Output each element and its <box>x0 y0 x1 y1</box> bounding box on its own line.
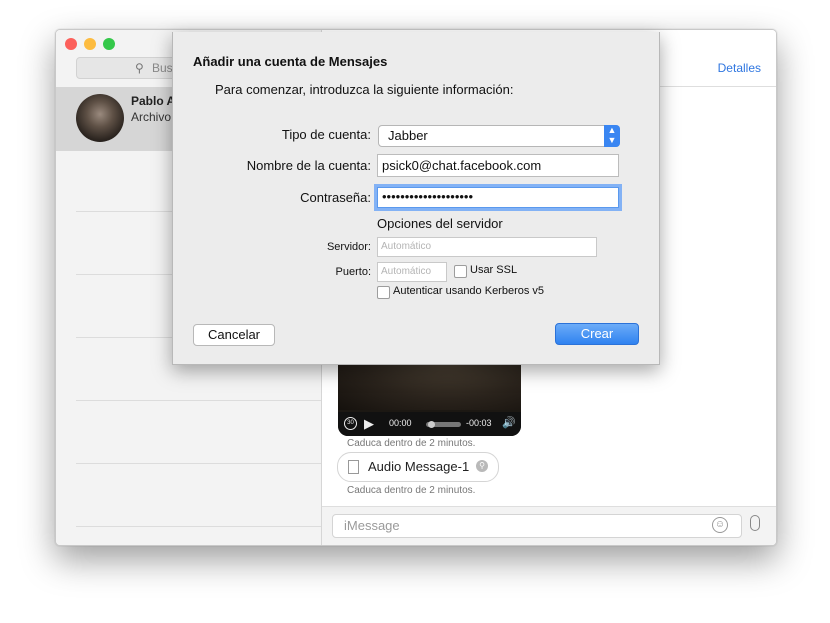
port-field[interactable]: Automático <box>377 262 447 282</box>
sheet-subtitle: Para comenzar, introduzca la siguiente i… <box>215 82 514 97</box>
list-divider <box>76 463 321 464</box>
kerberos-label: Autenticar usando Kerberos v5 <box>393 285 545 297</box>
speaker-icon[interactable]: 🔊 <box>502 416 516 429</box>
server-label: Servidor: <box>326 241 371 253</box>
server-field[interactable]: Automático <box>377 237 597 257</box>
close-window-button[interactable] <box>65 38 77 50</box>
sheet-title: Añadir una cuenta de Mensajes <box>193 54 388 69</box>
add-account-sheet: Añadir una cuenta de Mensajes Para comen… <box>172 32 660 365</box>
minimize-window-button[interactable] <box>84 38 96 50</box>
play-icon[interactable]: ▶ <box>364 416 374 432</box>
skip-back-icon[interactable]: 30 <box>344 417 357 430</box>
password-value: •••••••••••••••••••• <box>382 189 474 204</box>
password-field[interactable]: •••••••••••••••••••• <box>377 187 619 208</box>
contact-name: Pablo A <box>131 94 176 108</box>
audio-message-name: Audio Message-1 <box>368 459 470 474</box>
details-link[interactable]: Detalles <box>718 61 761 75</box>
password-label: Contraseña: <box>300 190 371 205</box>
port-placeholder: Automático <box>381 266 432 277</box>
account-type-label: Tipo de cuenta: <box>281 127 371 142</box>
create-button[interactable]: Crear <box>555 323 639 345</box>
message-input[interactable]: iMessage <box>332 514 742 538</box>
avatar <box>76 94 124 142</box>
list-divider <box>76 400 321 401</box>
ssl-checkbox[interactable] <box>454 265 467 278</box>
magnifier-icon[interactable]: ⚲ <box>476 460 488 472</box>
message-bar: iMessage ☺ <box>322 506 776 545</box>
account-type-value: Jabber <box>388 128 428 143</box>
conversation-preview: Archivo <box>131 110 172 124</box>
message-placeholder: iMessage <box>344 518 400 533</box>
zoom-window-button[interactable] <box>103 38 115 50</box>
server-placeholder: Automático <box>381 241 432 252</box>
chevron-up-down-icon: ▲ ▼ <box>604 125 620 147</box>
account-name-field[interactable]: psick0@chat.facebook.com <box>377 154 619 177</box>
audio-file-icon <box>348 460 359 474</box>
account-name-value: psick0@chat.facebook.com <box>382 158 542 173</box>
audio-message-bubble[interactable]: Audio Message-1 ⚲ <box>337 452 499 482</box>
microphone-icon[interactable] <box>750 515 760 531</box>
account-name-label: Nombre de la cuenta: <box>246 158 371 173</box>
video-controls: 30 ▶ 00:00 -00:03 🔊 <box>338 412 521 436</box>
cancel-button[interactable]: Cancelar <box>193 324 275 346</box>
emoji-icon[interactable]: ☺ <box>712 517 728 533</box>
port-label: Puerto: <box>335 266 371 278</box>
search-icon: ⚲ <box>135 61 144 75</box>
server-options-heading: Opciones del servidor <box>377 216 503 231</box>
kerberos-checkbox[interactable] <box>377 286 390 299</box>
time-elapsed: 00:00 <box>389 418 412 428</box>
ssl-label: Usar SSL <box>470 264 518 276</box>
search-placeholder: Bus <box>152 61 173 75</box>
account-type-popup[interactable]: Jabber ▲ ▼ <box>378 125 620 147</box>
expiry-notice: Caduca dentro de 2 minutos. <box>347 485 476 496</box>
expiry-notice: Caduca dentro de 2 minutos. <box>347 438 476 449</box>
time-remaining: -00:03 <box>466 418 492 428</box>
scrubber-handle[interactable] <box>428 421 435 428</box>
list-divider <box>76 526 321 527</box>
